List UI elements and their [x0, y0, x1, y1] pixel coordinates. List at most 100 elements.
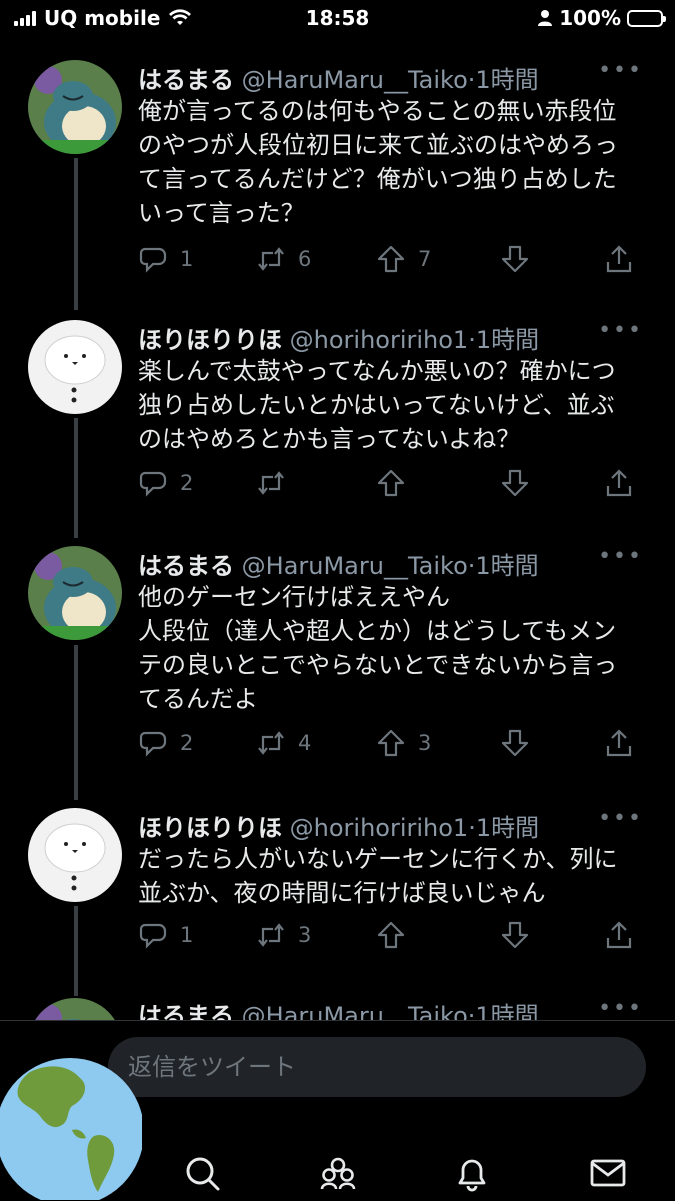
- share-button[interactable]: [604, 468, 634, 498]
- upvote-count: 7: [418, 247, 432, 271]
- display-name[interactable]: ほりほりりほ: [138, 814, 282, 842]
- tweet[interactable]: ほりほりりほ @horihoririho1·1時間 ••• 楽しんで太鼓やってな…: [0, 316, 675, 516]
- more-icon[interactable]: •••: [598, 806, 643, 831]
- reply-button[interactable]: 2: [138, 468, 193, 498]
- downvote-button[interactable]: [500, 468, 530, 498]
- reply-button[interactable]: 2: [138, 728, 193, 758]
- handle[interactable]: @HaruMaru__Taiko: [242, 66, 468, 94]
- tweet-text: 他のゲーセン行けばええやん 人段位（達人や超人とか）はどうしてもメン テの良いと…: [138, 580, 653, 716]
- handle[interactable]: @HaruMaru__Taiko: [242, 552, 468, 580]
- share-icon: [606, 469, 632, 497]
- upvote-icon: [377, 245, 405, 273]
- upvote-button[interactable]: [376, 468, 406, 498]
- ghost-avatar-icon: [28, 320, 122, 414]
- share-button[interactable]: [604, 920, 634, 950]
- retweet-icon: [258, 247, 284, 271]
- reply-icon: [139, 247, 167, 273]
- tweet-line: のはやめろとかも言ってないよね？: [138, 425, 521, 453]
- retweet-count: 3: [298, 923, 312, 947]
- tweet-line: いって言った？: [138, 199, 305, 227]
- retweet-button[interactable]: 6: [256, 244, 311, 274]
- retweet-icon: [258, 923, 284, 947]
- upvote-button[interactable]: 7: [376, 244, 431, 274]
- retweet-count: 4: [298, 731, 312, 755]
- more-icon[interactable]: •••: [598, 318, 643, 343]
- tweet-line: 独り占めしたいとかはいってないけど、並ぶ: [138, 391, 615, 419]
- tweet-line: 楽しんで太鼓やってなんか悪いの？確かにつ: [138, 357, 616, 385]
- share-icon: [606, 729, 632, 757]
- tweet-header: はるまる @HaruMaru__Taiko·1時間: [138, 60, 539, 95]
- retweet-icon: [258, 731, 284, 755]
- reply-input[interactable]: 返信をツイート: [108, 1037, 646, 1097]
- handle[interactable]: @horihoririho1: [290, 814, 469, 842]
- reply-count: 2: [180, 471, 194, 495]
- tweet-line: てるんだよ: [138, 685, 258, 713]
- tweet-actions: 1 6 7: [138, 244, 648, 276]
- more-icon[interactable]: •••: [598, 544, 643, 569]
- battery-icon: [627, 9, 666, 27]
- display-name[interactable]: はるまる: [138, 552, 234, 580]
- upvote-button[interactable]: 3: [376, 728, 431, 758]
- downvote-icon: [501, 245, 529, 273]
- timestamp[interactable]: ·1時間: [468, 66, 539, 94]
- status-right: 100%: [537, 6, 666, 30]
- reply-icon: [139, 471, 167, 497]
- retweet-button[interactable]: 4: [256, 728, 311, 758]
- tweet-text: 楽しんで太鼓やってなんか悪いの？確かにつ 独り占めしたいとかはいってないけど、並…: [138, 354, 653, 456]
- tweet[interactable]: ほりほりりほ @horihoririho1·1時間 ••• だったら人がいないゲ…: [0, 804, 675, 964]
- display-name[interactable]: ほりほりりほ: [138, 326, 282, 354]
- snorlax-avatar-icon: [28, 60, 122, 154]
- tweet-line: 俺が言ってるのは何もやることの無い赤段位: [138, 97, 617, 125]
- tweet-actions: 2: [138, 468, 648, 500]
- downvote-button[interactable]: [500, 728, 530, 758]
- messages-icon[interactable]: [588, 1153, 628, 1193]
- upvote-icon: [377, 921, 405, 949]
- reply-icon: [139, 923, 167, 949]
- share-icon: [606, 245, 632, 273]
- tweet-actions: 2 4 3: [138, 728, 648, 760]
- handle[interactable]: @horihoririho1: [290, 326, 469, 354]
- upvote-button[interactable]: [376, 920, 406, 950]
- tweet-text: だったら人がいないゲーセンに行くか、列に 並ぶか、夜の時間に行けば良いじゃん: [138, 842, 653, 910]
- upvote-icon: [377, 729, 405, 757]
- globe-icon: [0, 1058, 142, 1200]
- tweet-line: のやつが人段位初日に来て並ぶのはやめろっ: [138, 131, 618, 159]
- retweet-count: 6: [298, 247, 312, 271]
- timestamp[interactable]: ·1時間: [468, 814, 539, 842]
- tweet[interactable]: はるまる @HaruMaru__Taiko·1時間 ••• 他のゲーセン行けばえ…: [0, 542, 675, 774]
- avatar[interactable]: [28, 808, 122, 902]
- notifications-icon[interactable]: [452, 1153, 492, 1193]
- more-icon[interactable]: •••: [598, 58, 643, 83]
- tweet[interactable]: はるまる @HaruMaru__Taiko·1時間 ••• 俺が言ってるのは何も…: [0, 56, 675, 288]
- reply-icon: [139, 731, 167, 757]
- tweet-text: 俺が言ってるのは何もやることの無い赤段位 のやつが人段位初日に来て並ぶのはやめろ…: [138, 94, 653, 230]
- reply-count: 2: [180, 731, 194, 755]
- tweet-line: 並ぶか、夜の時間に行けば良いじゃん: [138, 879, 546, 907]
- tweet-header: ほりほりりほ @horihoririho1·1時間: [138, 808, 539, 843]
- avatar[interactable]: [28, 320, 122, 414]
- tweet-header: はるまる @HaruMaru__Taiko·1時間: [138, 546, 539, 581]
- retweet-button[interactable]: 3: [256, 920, 311, 950]
- downvote-button[interactable]: [500, 920, 530, 950]
- share-button[interactable]: [604, 728, 634, 758]
- ghost-avatar-icon: [28, 808, 122, 902]
- downvote-button[interactable]: [500, 244, 530, 274]
- timestamp[interactable]: ·1時間: [468, 552, 539, 580]
- display-name[interactable]: はるまる: [138, 66, 234, 94]
- search-icon[interactable]: [182, 1153, 222, 1193]
- person-icon: [538, 10, 553, 26]
- more-icon[interactable]: •••: [598, 996, 643, 1021]
- avatar[interactable]: [28, 546, 122, 640]
- avatar[interactable]: [28, 60, 122, 154]
- tweet-line: テの良いとこでやらないとできないから言っ: [138, 651, 618, 679]
- reply-button[interactable]: 1: [138, 244, 193, 274]
- share-button[interactable]: [604, 244, 634, 274]
- retweet-button[interactable]: [256, 468, 286, 498]
- tweet-header: ほりほりりほ @horihoririho1·1時間: [138, 320, 539, 355]
- communities-icon[interactable]: [318, 1153, 358, 1193]
- reply-button[interactable]: 1: [138, 920, 193, 950]
- reply-count: 1: [180, 923, 194, 947]
- timestamp[interactable]: ·1時間: [468, 326, 539, 354]
- tweet-line: て言ってるんだけど？俺がいつ独り占めした: [138, 165, 617, 193]
- retweet-icon: [258, 471, 284, 495]
